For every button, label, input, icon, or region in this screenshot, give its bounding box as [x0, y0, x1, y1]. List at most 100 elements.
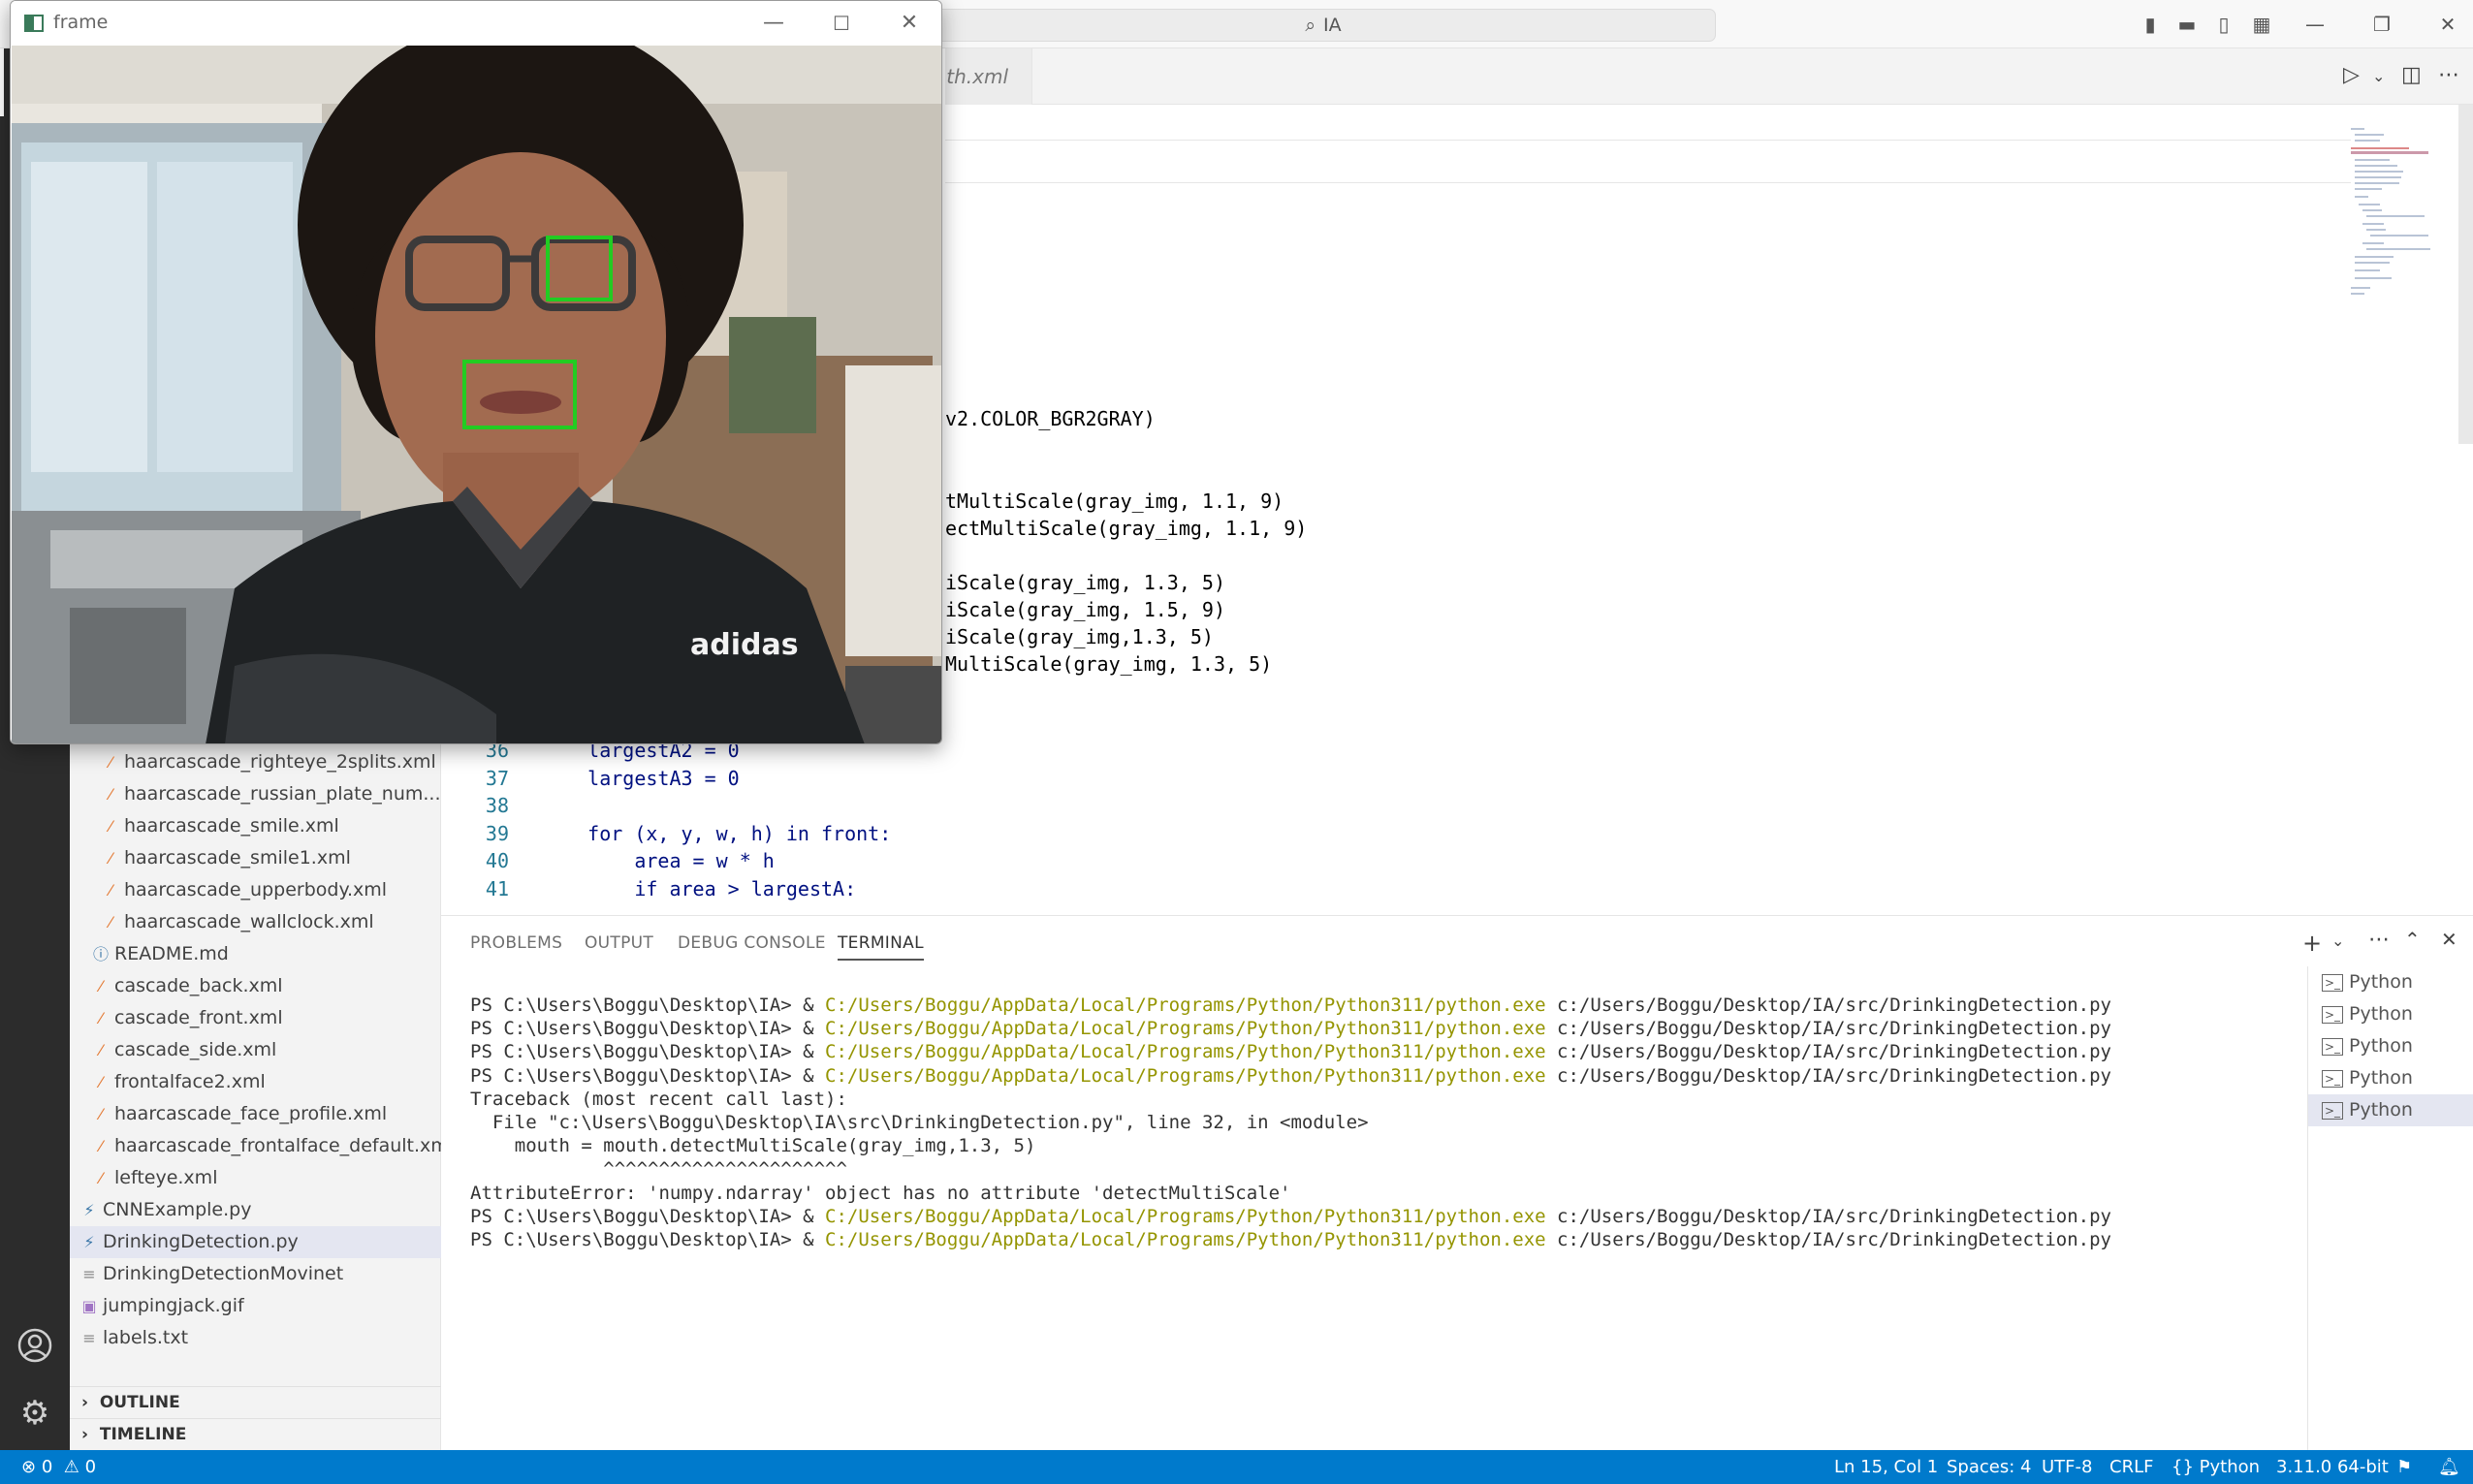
webcam-feed: adidas: [12, 46, 941, 743]
python-interpreter[interactable]: 3.11.0 64-bit: [2276, 1450, 2389, 1484]
chevron-right-icon: ›: [81, 1393, 89, 1412]
restore-icon[interactable]: ❐: [2369, 12, 2394, 37]
terminal-instance[interactable]: >_ Python: [2308, 1030, 2473, 1062]
divider: [945, 140, 2351, 141]
code-line: iScale(gray_img,1.3, 5): [945, 625, 1214, 648]
file-tree-item[interactable]: ⁄ haarcascade_face_profile.xml: [70, 1098, 441, 1130]
file-tree-item[interactable]: ⁄ haarcascade_smile.xml: [70, 810, 441, 842]
close-panel-icon[interactable]: ✕: [2441, 928, 2457, 951]
xml-file-icon: ⁄: [109, 785, 112, 804]
line-endings[interactable]: CRLF: [2109, 1450, 2153, 1484]
file-tree-item[interactable]: ≡ DrinkingDetectionMovinet: [70, 1258, 441, 1290]
terminal-text: File "c:\Users\Boggu\Desktop\IA\src\Drin…: [470, 1112, 1369, 1133]
terminal-arg: c:/Users/Boggu/Desktop/IA/src/DrinkingDe…: [1545, 1205, 2111, 1227]
run-python-icon[interactable]: ▷: [2343, 63, 2360, 87]
close-icon[interactable]: ✕: [2435, 12, 2460, 37]
file-name: CNNExample.py: [103, 1199, 252, 1220]
command-center-text: IA: [1323, 15, 1342, 36]
file-tree-item[interactable]: ▣ jumpingjack.gif: [70, 1290, 441, 1322]
timeline-section-header[interactable]: › TIMELINE: [70, 1418, 441, 1450]
file-tree-item[interactable]: ⁄ haarcascade_russian_plate_num...: [70, 778, 441, 810]
file-tree-item[interactable]: ⓘ README.md: [70, 938, 441, 970]
accounts-icon[interactable]: [14, 1326, 56, 1369]
toggle-panel-icon[interactable]: ▬: [2174, 12, 2200, 37]
minimize-icon[interactable]: —: [2302, 12, 2328, 37]
maximize-icon[interactable]: ☐: [827, 9, 856, 38]
terminal-icon: >_: [2322, 1005, 2343, 1024]
editor-scrollbar[interactable]: [2458, 105, 2473, 444]
info-file-icon: ⓘ: [92, 945, 109, 963]
terminal-arg: c:/Users/Boggu/Desktop/IA/src/DrinkingDe…: [1545, 1041, 2111, 1063]
terminal-text: AttributeError: 'numpy.ndarray' object h…: [470, 1182, 1291, 1204]
file-tree-item[interactable]: ⚡ DrinkingDetection.py: [70, 1226, 441, 1258]
window-app-icon: [24, 15, 44, 32]
xml-file-icon: ⁄: [99, 1009, 103, 1027]
terminal-arg: c:/Users/Boggu/Desktop/IA/src/DrinkingDe…: [1545, 1018, 2111, 1040]
file-tree-item[interactable]: ⁄ haarcascade_wallclock.xml: [70, 906, 441, 938]
problems-status[interactable]: ⊗ 0 ⚠ 0: [21, 1450, 96, 1484]
more-actions-icon[interactable]: ⋯: [2368, 928, 2390, 952]
terminal-icon: >_: [2322, 1101, 2343, 1120]
error-count: 0: [41, 1457, 53, 1477]
split-editor-icon[interactable]: ◫: [2401, 63, 2422, 87]
terminal-instance[interactable]: >_ Python: [2308, 1094, 2473, 1126]
xml-file-icon: ⁄: [99, 1137, 103, 1155]
xml-file-icon: ⁄: [109, 913, 112, 931]
file-tree-item[interactable]: ⁄ haarcascade_smile1.xml: [70, 842, 441, 874]
file-tree-item[interactable]: ⁄ frontalface2.xml: [70, 1066, 441, 1098]
toggle-sidebar-icon[interactable]: ▮: [2138, 12, 2163, 37]
terminal-line: PS C:\Users\Boggu\Desktop\IA> & C:/Users…: [470, 1205, 2111, 1228]
file-tree-item[interactable]: ≡ labels.txt: [70, 1322, 441, 1354]
new-terminal-icon[interactable]: +: [2302, 930, 2322, 957]
terminal-text: PS C:\Users\Boggu\Desktop\IA> &: [470, 1205, 826, 1227]
encoding[interactable]: UTF-8: [2042, 1450, 2092, 1484]
manage-gear-icon[interactable]: ⚙: [14, 1392, 56, 1435]
file-tree-item[interactable]: ⁄ haarcascade_frontalface_default.xml: [70, 1130, 441, 1162]
file-name: jumpingjack.gif: [103, 1295, 244, 1316]
command-center-search[interactable]: ⌕ IA: [931, 9, 1716, 42]
toggle-secondary-sidebar-icon[interactable]: ▯: [2211, 12, 2236, 37]
chevron-down-icon[interactable]: ⌄: [2331, 931, 2344, 950]
feedback-icon[interactable]: ⚑: [2396, 1450, 2412, 1484]
outline-section-header[interactable]: › OUTLINE: [70, 1386, 441, 1418]
file-tree-item[interactable]: ⁄ haarcascade_righteye_2splits.xml: [70, 746, 441, 778]
minimize-icon[interactable]: —: [759, 9, 788, 38]
chevron-down-icon[interactable]: ⌄: [2372, 67, 2385, 85]
file-tree-item[interactable]: ⁄ lefteye.xml: [70, 1162, 441, 1194]
minimap[interactable]: [2351, 126, 2457, 300]
terminal-instance[interactable]: >_ Python: [2308, 966, 2473, 998]
terminal-icon: >_: [2322, 1069, 2343, 1088]
customize-layout-icon[interactable]: ▦: [2249, 12, 2274, 37]
notifications-bell-icon[interactable]: 🔔︎: [2438, 1450, 2460, 1484]
terminal-instance[interactable]: >_ Python: [2308, 998, 2473, 1030]
terminal-text: PS C:\Users\Boggu\Desktop\IA> &: [470, 1018, 826, 1040]
panel-tab-problems[interactable]: PROBLEMS: [470, 933, 562, 953]
file-tree-item[interactable]: ⚡ CNNExample.py: [70, 1194, 441, 1226]
panel-tab-output[interactable]: OUTPUT: [585, 933, 653, 953]
xml-file-icon: ⁄: [109, 753, 112, 772]
indentation[interactable]: Spaces: 4: [1947, 1450, 2031, 1484]
status-bar: ⊗ 0 ⚠ 0 Ln 15, Col 1 Spaces: 4 UTF-8 CRL…: [0, 1450, 2473, 1484]
code-line: iScale(gray_img, 1.3, 5): [945, 571, 1225, 594]
frame-title-bar[interactable]: frame — ☐ ✕: [11, 1, 941, 46]
terminal-instance[interactable]: >_ Python: [2308, 1062, 2473, 1094]
code-line: v2.COLOR_BGR2GRAY): [945, 407, 1156, 430]
cursor-position[interactable]: Ln 15, Col 1: [1834, 1450, 1938, 1484]
file-tree-item[interactable]: ⁄ haarcascade_upperbody.xml: [70, 874, 441, 906]
file-name: DrinkingDetectionMovinet: [103, 1263, 344, 1284]
frame-window[interactable]: frame — ☐ ✕ adidas: [10, 0, 942, 744]
more-actions-icon[interactable]: ⋯: [2438, 63, 2459, 87]
panel-tab-debug-console[interactable]: DEBUG CONSOLE: [678, 933, 826, 953]
file-name: haarcascade_upperbody.xml: [124, 879, 388, 900]
file-name: haarcascade_righteye_2splits.xml: [124, 751, 436, 773]
editor-tab[interactable]: th.xml: [945, 48, 1032, 105]
file-tree-item[interactable]: ⁄ cascade_back.xml: [70, 970, 441, 1002]
file-tree-item[interactable]: ⁄ cascade_side.xml: [70, 1034, 441, 1066]
timeline-label: TIMELINE: [99, 1425, 187, 1444]
maximize-panel-icon[interactable]: ⌃: [2404, 928, 2421, 951]
close-icon[interactable]: ✕: [895, 9, 924, 38]
panel-tab-terminal[interactable]: TERMINAL: [838, 933, 924, 961]
file-tree-item[interactable]: ⁄ cascade_front.xml: [70, 1002, 441, 1034]
language-mode[interactable]: {} Python: [2172, 1450, 2260, 1484]
terminal-arg: c:/Users/Boggu/Desktop/IA/src/DrinkingDe…: [1545, 1064, 2111, 1087]
